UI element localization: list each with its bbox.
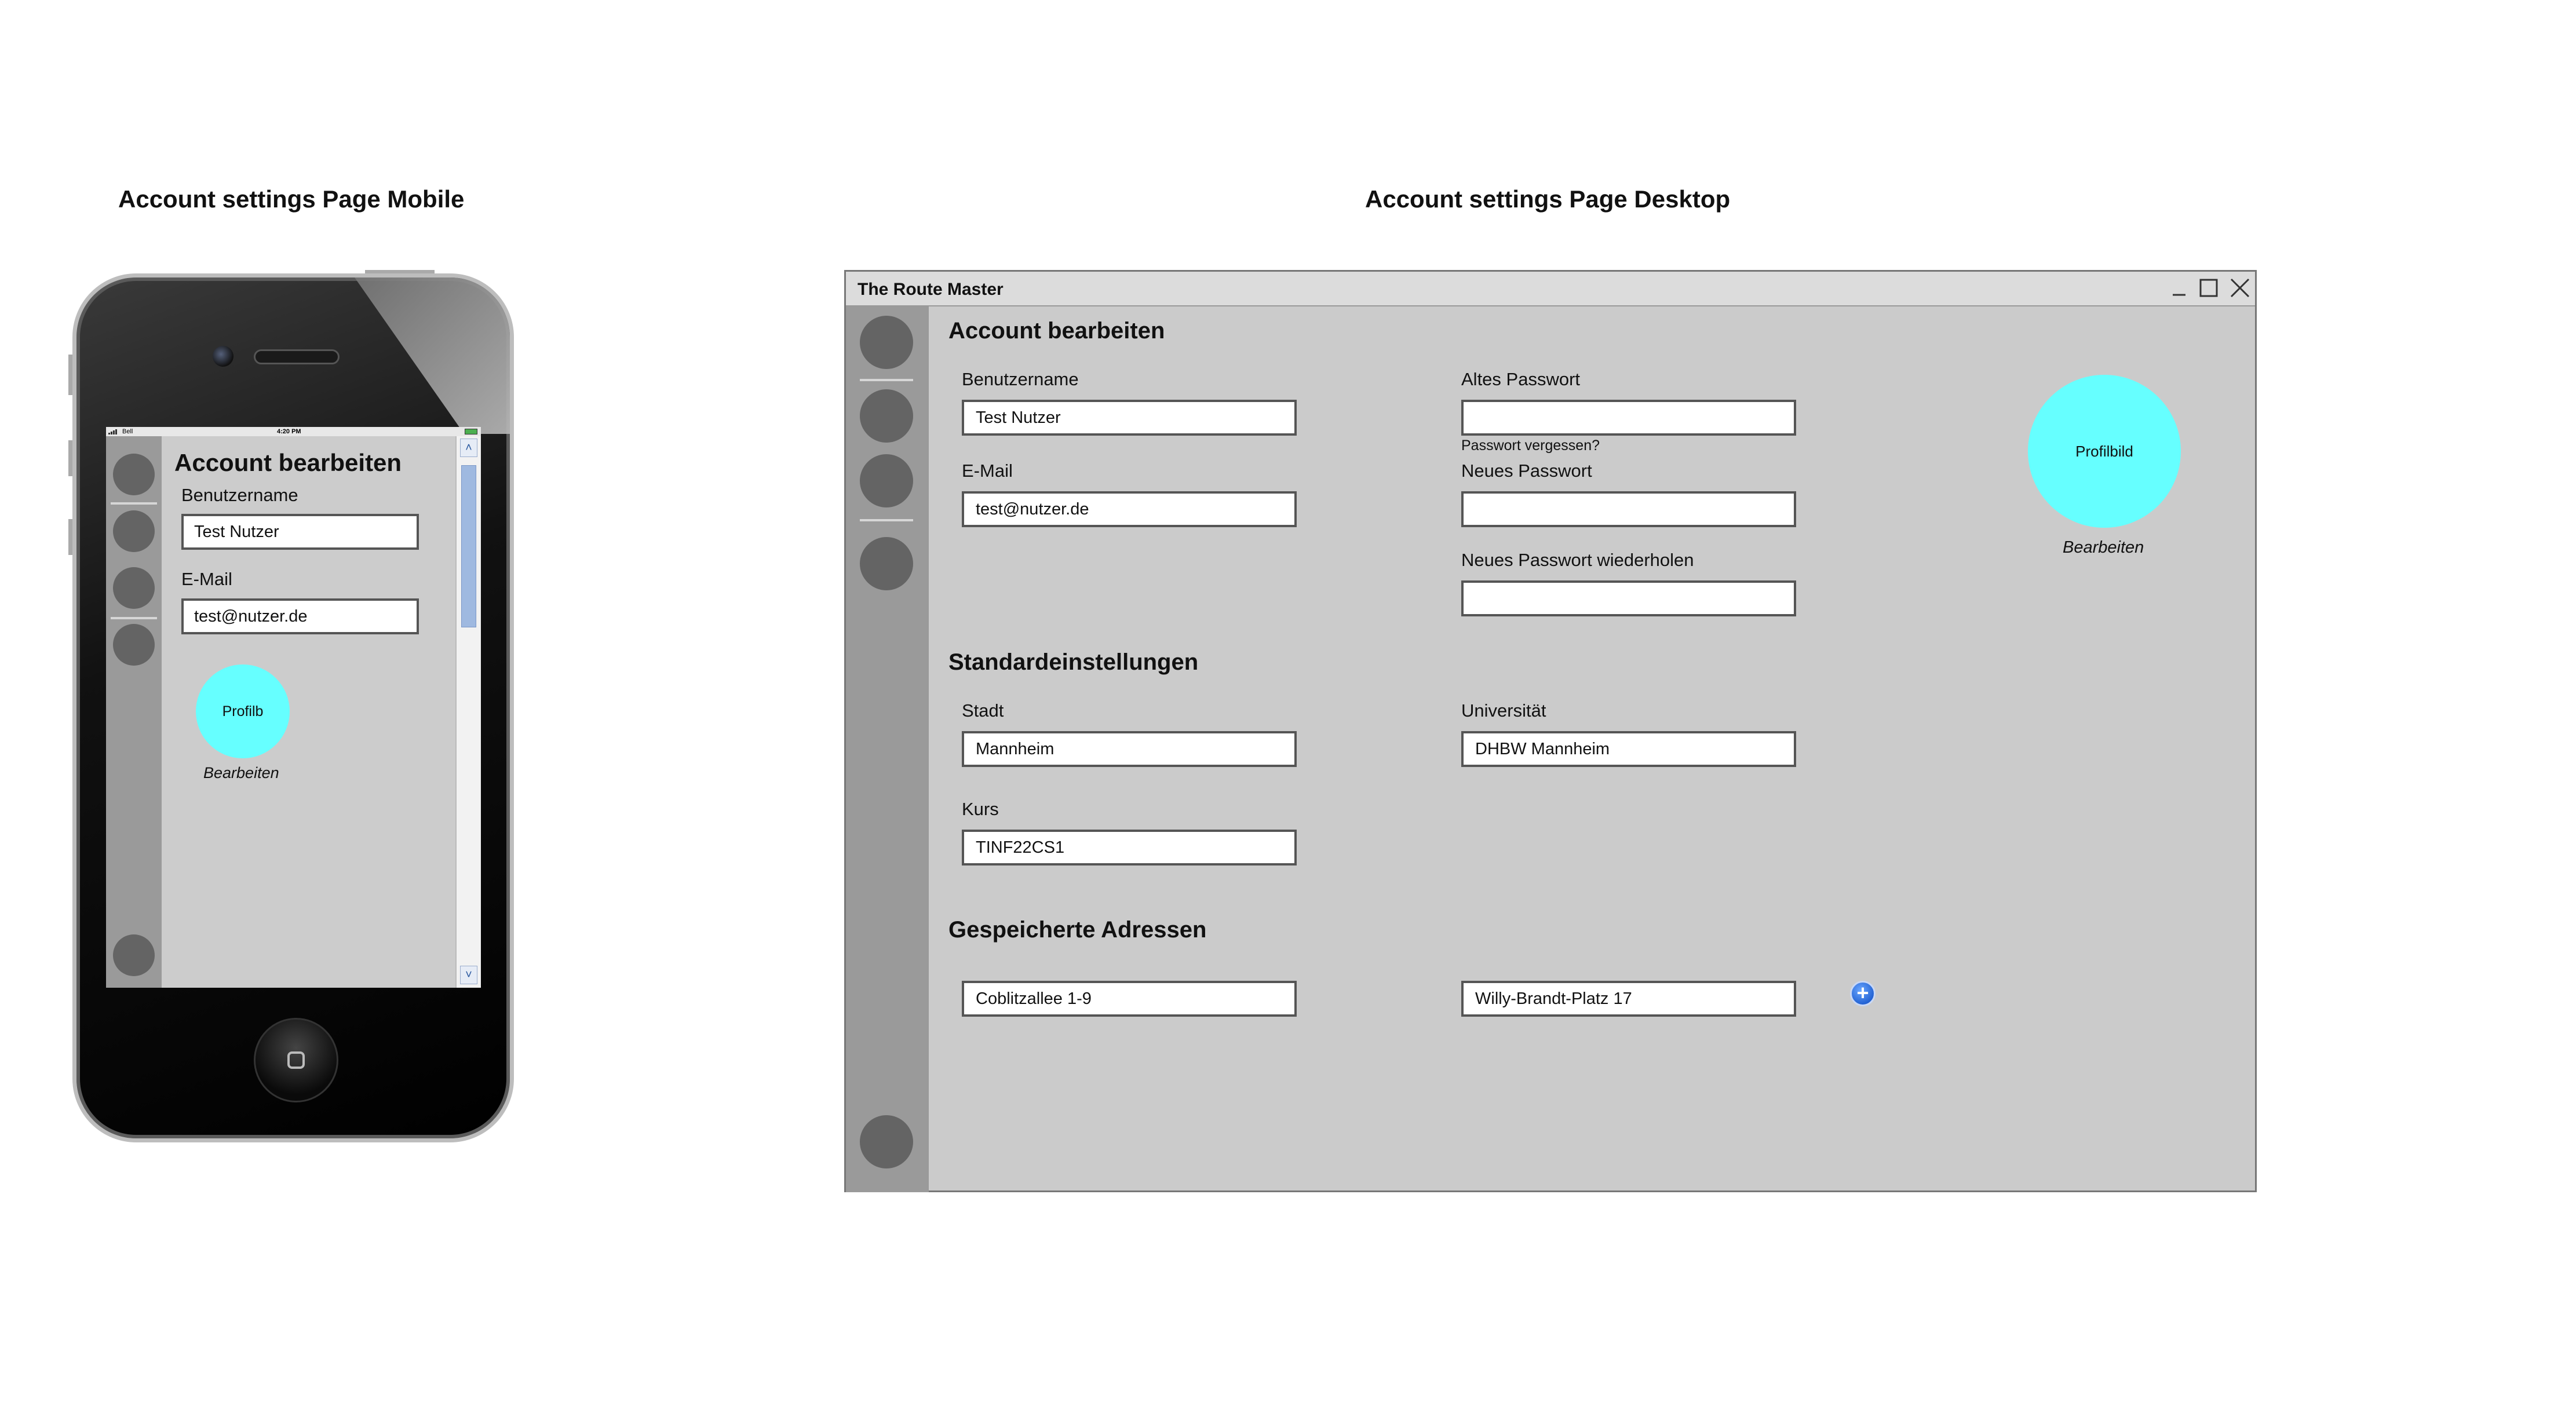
scroll-up-icon[interactable]: ˄ [460, 439, 477, 457]
addresses-section-heading: Gespeicherte Adressen [948, 917, 1207, 943]
mobile-username-field[interactable]: Test Nutzer [181, 514, 419, 550]
status-bar: Bell 4:20 PM [106, 427, 481, 436]
university-field[interactable]: DHBW Mannheim [1461, 731, 1796, 767]
account-section-heading: Account bearbeiten [948, 318, 1165, 344]
mobile-nav-item-3[interactable] [113, 567, 155, 609]
mobile-nav-item-2[interactable] [113, 510, 155, 552]
new-password-field[interactable] [1461, 491, 1796, 527]
username-field[interactable]: Test Nutzer [962, 400, 1297, 436]
mobile-profile-picture[interactable]: Profilb [196, 664, 290, 758]
forgot-password-link[interactable]: Passwort vergessen? [1461, 437, 1600, 454]
desktop-window: The Route Master Account bearbeiten Benu… [844, 270, 2257, 1192]
old-password-field[interactable] [1461, 400, 1796, 436]
mobile-nav-item-4[interactable] [113, 624, 155, 666]
minimize-icon[interactable] [2167, 276, 2190, 300]
battery-icon [465, 429, 477, 434]
profile-picture[interactable]: Profilbild [2028, 375, 2181, 528]
mobile-page-title: Account bearbeiten [174, 449, 402, 476]
mobile-nav-divider [111, 502, 157, 505]
course-label: Kurs [962, 799, 999, 819]
window-title: The Route Master [858, 280, 1004, 299]
scroll-down-icon[interactable]: ˅ [460, 966, 477, 984]
home-square-glyph [287, 1051, 305, 1069]
desktop-nav-item-4[interactable] [860, 537, 913, 590]
camera-icon [213, 346, 233, 367]
mobile-scrollbar[interactable]: ˄ ˅ [455, 436, 481, 988]
mobile-nav-divider [111, 617, 157, 619]
university-label: Universität [1461, 700, 1546, 721]
mobile-username-label: Benutzername [181, 485, 298, 505]
desktop-sidebar [846, 306, 929, 1192]
status-carrier: Bell [122, 428, 133, 435]
home-button-icon[interactable] [254, 1018, 338, 1102]
email-field[interactable]: test@nutzer.de [962, 491, 1297, 527]
close-icon[interactable] [2228, 276, 2252, 300]
mobile-nav-item-1[interactable] [113, 454, 155, 495]
mobile-edit-picture-link[interactable]: Bearbeiten [203, 764, 279, 782]
address-field-2[interactable]: Willy-Brandt-Platz 17 [1461, 981, 1796, 1017]
username-label: Benutzername [962, 369, 1079, 389]
repeat-password-field[interactable] [1461, 580, 1796, 616]
mobile-email-label: E-Mail [181, 569, 232, 589]
city-label: Stadt [962, 700, 1004, 721]
desktop-caption: Account settings Page Desktop [1365, 185, 1731, 213]
add-icon[interactable]: + [1850, 981, 1876, 1006]
mobile-sidebar [106, 436, 162, 988]
desktop-nav-item-5[interactable] [860, 1115, 913, 1168]
desktop-nav-item-3[interactable] [860, 454, 913, 507]
address-field-1[interactable]: Coblitzallee 1-9 [962, 981, 1297, 1017]
scrollbar-thumb[interactable] [461, 465, 476, 627]
city-field[interactable]: Mannheim [962, 731, 1297, 767]
mobile-email-field[interactable]: test@nutzer.de [181, 598, 419, 634]
repeat-password-label: Neues Passwort wiederholen [1461, 550, 1694, 570]
signal-icon [108, 429, 117, 434]
phone-glare [355, 277, 510, 434]
course-field[interactable]: TINF22CS1 [962, 830, 1297, 865]
edit-picture-link[interactable]: Bearbeiten [2063, 538, 2144, 557]
status-time: 4:20 PM [277, 428, 301, 435]
new-password-label: Neues Passwort [1461, 461, 1592, 481]
desktop-nav-item-1[interactable] [860, 316, 913, 369]
desktop-nav-divider [860, 519, 913, 521]
speaker-grille [254, 349, 340, 364]
mobile-caption: Account settings Page Mobile [118, 185, 465, 213]
mobile-nav-item-5[interactable] [113, 934, 155, 976]
desktop-nav-item-2[interactable] [860, 389, 913, 443]
email-label: E-Mail [962, 461, 1013, 481]
defaults-section-heading: Standardeinstellungen [948, 649, 1199, 675]
desktop-nav-divider [860, 379, 913, 381]
mobile-screen: Bell 4:20 PM Account bearbeiten Benutzer… [106, 427, 481, 988]
old-password-label: Altes Passwort [1461, 369, 1581, 389]
window-titlebar: The Route Master [846, 272, 2255, 306]
maximize-icon[interactable] [2197, 276, 2220, 300]
